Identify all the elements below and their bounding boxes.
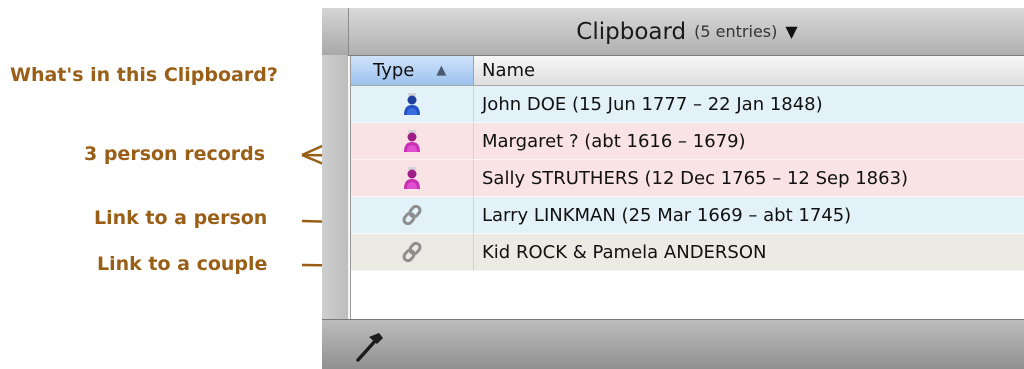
person-male-icon — [404, 93, 420, 115]
row-name: John DOE (15 Jun 1777 – 22 Jan 1848) — [482, 93, 823, 115]
hammer-icon — [356, 333, 383, 362]
column-header-type[interactable]: Type ▲ — [351, 56, 474, 85]
column-header-type-label: Type — [373, 60, 415, 81]
clipboard-title-bar[interactable]: Clipboard (5 entries) ▼ — [348, 8, 1024, 55]
entry-count: (5 entries) — [694, 22, 778, 41]
link-icon — [402, 204, 422, 226]
clipboard-table: Type ▲ Name John DOE (15 Jun 1777 – 22 J… — [350, 56, 1024, 319]
table-row[interactable]: Kid ROCK & Pamela ANDERSON — [351, 234, 1024, 271]
table-row[interactable]: Margaret ? (abt 1616 – 1679) — [351, 123, 1024, 160]
tools-button[interactable] — [352, 328, 392, 364]
clipboard-panel: Clipboard (5 entries) ▼ Type ▲ Name John… — [322, 8, 1024, 369]
table-row[interactable]: Sally STRUTHERS (12 Dec 1765 – 12 Sep 18… — [351, 160, 1024, 197]
link-icon — [402, 241, 422, 263]
dropdown-triangle-icon[interactable]: ▼ — [785, 22, 797, 41]
clipboard-title: Clipboard — [576, 18, 687, 45]
row-name: Kid ROCK & Pamela ANDERSON — [482, 241, 767, 263]
row-name: Sally STRUTHERS (12 Dec 1765 – 12 Sep 18… — [482, 167, 909, 189]
column-header-name-label: Name — [482, 60, 536, 81]
person-female-icon — [404, 167, 420, 189]
column-header-name[interactable]: Name — [474, 56, 1024, 85]
panel-toolbar — [322, 319, 1024, 369]
table-row[interactable]: Larry LINKMAN (25 Mar 1669 – abt 1745) — [351, 197, 1024, 234]
annotation-whats-in-clipboard: What's in this Clipboard? — [10, 64, 278, 86]
person-female-icon — [404, 130, 420, 152]
annotation-person-records: 3 person records — [84, 143, 266, 165]
annotation-link-to-couple: Link to a couple — [97, 253, 268, 275]
annotation-link-to-person: Link to a person — [94, 207, 268, 229]
sort-ascending-icon: ▲ — [436, 63, 447, 78]
row-name: Margaret ? (abt 1616 – 1679) — [482, 130, 746, 152]
table-row[interactable]: John DOE (15 Jun 1777 – 22 Jan 1848) — [351, 86, 1024, 123]
panel-left-edge — [322, 55, 348, 319]
table-header: Type ▲ Name — [351, 56, 1024, 86]
row-name: Larry LINKMAN (25 Mar 1669 – abt 1745) — [482, 204, 852, 226]
